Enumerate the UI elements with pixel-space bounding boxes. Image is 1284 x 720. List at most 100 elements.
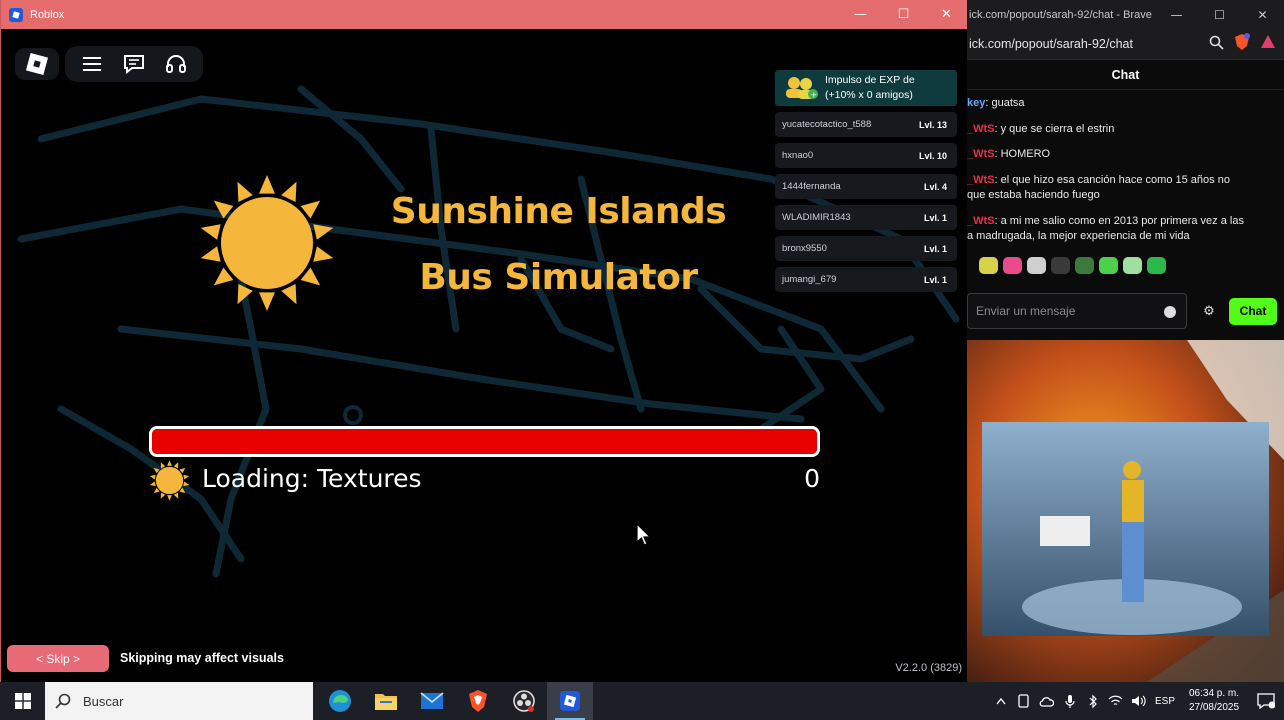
headset-icon[interactable]	[157, 48, 195, 80]
edge-icon[interactable]	[317, 682, 363, 720]
chat-text-cont: a madrugada, la mejor experiencia de mi …	[967, 230, 1190, 242]
emote-row	[967, 255, 1284, 277]
chat-input-row: Enviar un mensaje ⚙ Chat	[967, 292, 1284, 330]
chat-icon[interactable]	[115, 48, 153, 80]
clock-date: 27/08/2025	[1188, 702, 1240, 713]
mail-icon[interactable]	[409, 682, 455, 720]
close-button[interactable]: ✕	[1241, 0, 1284, 29]
player-row: bronx9550 Lvl. 1	[775, 236, 957, 261]
chat-send-button[interactable]: Chat	[1229, 297, 1277, 325]
chat-username[interactable]: _WtS	[967, 123, 995, 135]
chat-text: : el que hizo esa canción hace como 15 a…	[994, 173, 1230, 186]
emote-icon[interactable]	[1147, 257, 1166, 274]
exp-boost-label: Impulso de EXP de	[825, 74, 915, 86]
microphone-icon[interactable]	[1058, 682, 1081, 720]
sun-logo-icon	[200, 175, 334, 311]
game-viewport[interactable]: Sunshine Islands Bus Simulator + Impulso…	[1, 29, 968, 682]
brave-rewards-icon[interactable]	[1260, 34, 1276, 54]
roblox-titlebar[interactable]: Roblox — ☐ ✕	[1, 0, 968, 29]
volume-icon[interactable]	[1127, 682, 1150, 720]
player-row: hxnao0 Lvl. 10	[775, 143, 957, 168]
maximize-button[interactable]: ☐	[882, 0, 925, 29]
wifi-icon[interactable]	[1104, 682, 1127, 720]
cloud-icon[interactable]	[1035, 682, 1058, 720]
system-tray: ESP 06:34 p. m. 27/08/2025	[989, 682, 1284, 720]
roblox-logo-icon[interactable]	[15, 48, 59, 80]
chat-input-placeholder: Enviar un mensaje	[976, 304, 1076, 318]
emote-icon[interactable]	[1027, 257, 1046, 274]
language-indicator[interactable]: ESP	[1150, 696, 1180, 707]
address-bar[interactable]: ick.com/popout/sarah-92/chat	[967, 29, 1284, 60]
emoji-icon[interactable]	[1164, 306, 1176, 318]
chat-message: _WtS: a mi me salio como en 2013 por pri…	[967, 214, 1284, 245]
windows-start-icon[interactable]	[0, 682, 45, 720]
exp-boost-header: + Impulso de EXP de (+10% x 0 amigos)	[775, 70, 957, 106]
gear-icon[interactable]: ⚙	[1201, 303, 1217, 319]
close-button[interactable]: ✕	[925, 0, 968, 29]
player-row: yucatecotactico_t588 Lvl. 13	[775, 112, 957, 137]
skip-note: Skipping may affect visuals	[120, 651, 284, 665]
game-title-line1: Sunshine Islands	[390, 191, 727, 232]
skip-button[interactable]: < Skip >	[7, 645, 109, 672]
chat-message-input[interactable]: Enviar un mensaje	[967, 293, 1187, 329]
exp-boost-panel: + Impulso de EXP de (+10% x 0 amigos) yu…	[775, 70, 957, 292]
address-url[interactable]: ick.com/popout/sarah-92/chat	[969, 37, 1133, 51]
player-level: Lvl. 10	[918, 150, 947, 161]
chat-username[interactable]: _WtS	[967, 148, 995, 160]
taskbar: Buscar ESP 06:34 p. m. 27/08/2025	[0, 682, 1284, 720]
minimize-button[interactable]: —	[1155, 0, 1198, 29]
file-explorer-icon[interactable]	[363, 682, 409, 720]
mouse-cursor-icon	[636, 523, 652, 546]
desktop: Roblox — ☐ ✕ Sunshine Islands Bus Simula…	[0, 0, 1284, 720]
game-title: Sunshine Islands Bus Simulator	[361, 179, 756, 311]
emote-icon[interactable]	[1123, 257, 1142, 274]
emote-icon[interactable]	[1099, 257, 1118, 274]
taskbar-search[interactable]: Buscar	[45, 682, 313, 720]
brave-window: ick.com/popout/sarah-92/chat - Brave — ☐…	[967, 0, 1284, 682]
emote-icon[interactable]	[1075, 257, 1094, 274]
minimize-button[interactable]: —	[839, 0, 882, 29]
chat-message: key: guatsa	[967, 96, 1284, 112]
taskbar-clock[interactable]: 06:34 p. m. 27/08/2025	[1180, 687, 1248, 715]
chat-username[interactable]: _WtS	[967, 215, 995, 227]
roblox-icon[interactable]	[547, 682, 593, 720]
stream-video[interactable]	[982, 422, 1269, 636]
emote-icon[interactable]	[979, 257, 998, 274]
chat-message: _WtS: y que se cierra el estrin	[967, 122, 1284, 138]
sun-loading-icon	[149, 460, 190, 501]
bluetooth-icon[interactable]	[1081, 682, 1104, 720]
player-name: bronx9550	[782, 243, 827, 254]
search-icon[interactable]	[1209, 35, 1224, 54]
player-name: yucatecotactico_t588	[782, 119, 872, 130]
svg-text:+: +	[811, 91, 818, 100]
chevron-up-icon[interactable]	[989, 682, 1012, 720]
chat-username[interactable]: _WtS	[967, 174, 995, 186]
player-level: Lvl. 1	[923, 243, 947, 254]
chat-username[interactable]: key	[967, 97, 985, 109]
friends-icon: +	[783, 74, 819, 102]
player-level: Lvl. 4	[923, 181, 947, 192]
chat-text: : HOMERO	[994, 148, 1051, 160]
player-name: hxnao0	[782, 150, 814, 161]
brave-titlebar[interactable]: ick.com/popout/sarah-92/chat - Brave — ☐…	[967, 0, 1284, 29]
chat-text: : a mi me salio como en 2013 por primera…	[994, 214, 1244, 227]
brave-shield-icon[interactable]	[1234, 33, 1250, 55]
loading-label: Loading: Textures	[202, 464, 422, 493]
maximize-button[interactable]: ☐	[1198, 0, 1241, 29]
player-name: jumangi_679	[782, 274, 837, 285]
obs-icon[interactable]	[501, 682, 547, 720]
emote-icon[interactable]	[1051, 257, 1070, 274]
window-title: Roblox	[30, 8, 65, 21]
notification-icon[interactable]	[1248, 682, 1284, 720]
phone-icon[interactable]	[1012, 682, 1035, 720]
player-row: 1444fernanda Lvl. 4	[775, 174, 957, 199]
emote-icon[interactable]	[1003, 257, 1022, 274]
chat-message-list: key: guatsa _WtS: y que se cierra el est…	[967, 90, 1284, 277]
menu-icon[interactable]	[73, 48, 111, 80]
loading-count: 0	[804, 464, 820, 493]
clock-time: 06:34 p. m.	[1188, 688, 1240, 699]
roblox-app-icon	[9, 7, 23, 22]
brave-window-title: ick.com/popout/sarah-92/chat - Brave	[969, 8, 1152, 21]
player-row: jumangi_679 Lvl. 1	[775, 267, 957, 292]
brave-icon[interactable]	[455, 682, 501, 720]
